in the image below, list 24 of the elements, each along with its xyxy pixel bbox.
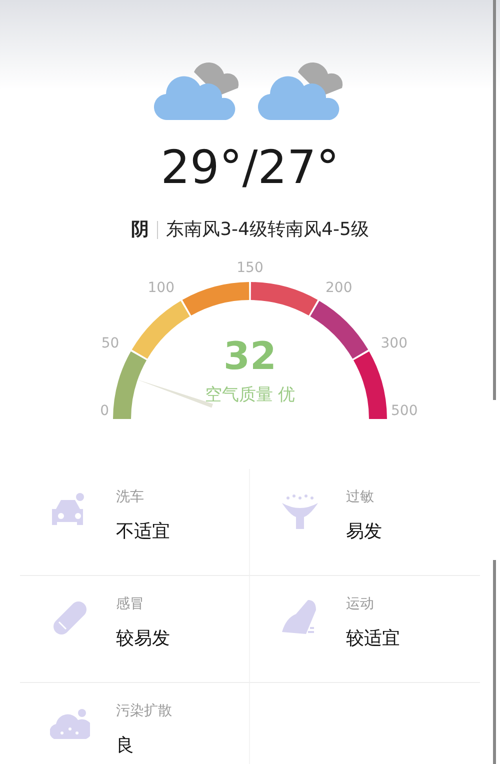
gauge-tick-label: 50 (101, 336, 120, 352)
gauge-tick-label: 0 (100, 403, 109, 419)
gauge-tick-label: 200 (326, 280, 352, 296)
index-name: 污染扩散 (116, 702, 172, 721)
aqi-label: 空气质量 优 (204, 384, 296, 407)
gauge-tick-label: 500 (391, 403, 418, 419)
index-name: 过敏 (346, 488, 375, 507)
gauge-tick-label: 150 (236, 260, 264, 276)
aqi-value: 32 (224, 337, 276, 375)
scrollbar[interactable] (493, 0, 496, 400)
index-name: 感冒 (116, 595, 145, 614)
weather-condition: 阴 (131, 218, 150, 242)
wind-forecast: 东南风3-4级转南风4-5级 (166, 218, 369, 242)
temperature: 29°/27° (160, 144, 340, 190)
index-name: 运动 (346, 595, 375, 614)
gauge-tick-label: 300 (380, 336, 408, 352)
scrollbar[interactable] (493, 560, 496, 764)
index-value: 不适宜 (116, 520, 170, 544)
index-value: 易发 (346, 520, 382, 544)
index-value: 较易发 (116, 627, 170, 651)
index-value: 较适宜 (346, 627, 400, 651)
index-name: 洗车 (116, 488, 145, 507)
index-value: 良 (116, 734, 135, 758)
gauge-tick-label: 100 (148, 280, 174, 296)
